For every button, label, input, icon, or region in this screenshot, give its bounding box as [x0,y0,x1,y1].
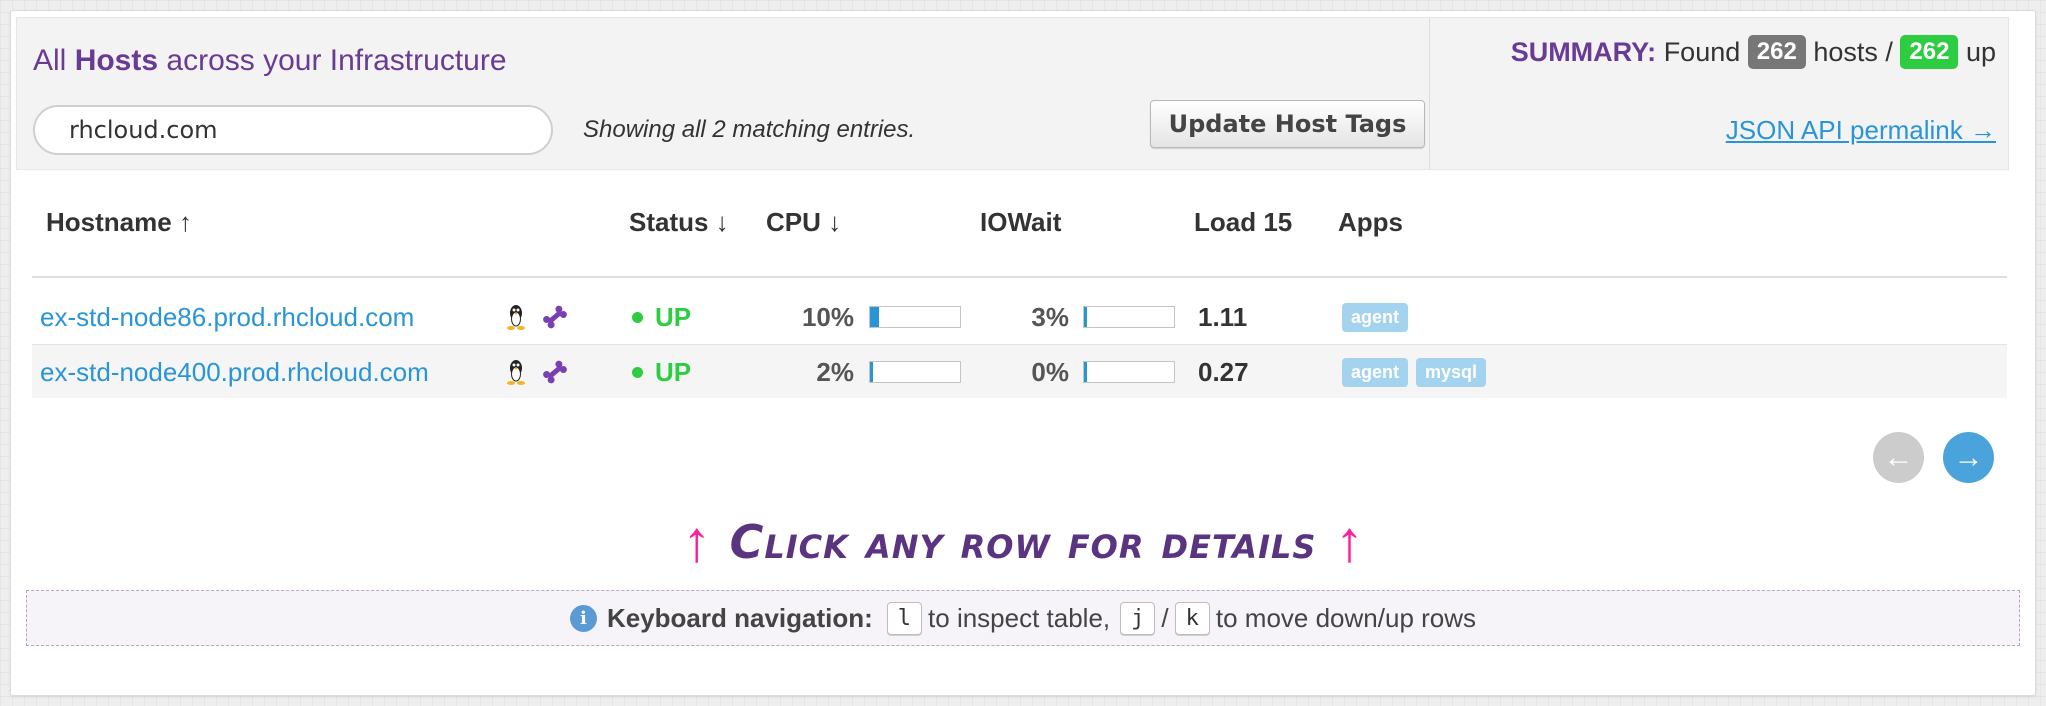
load-value: 1.11 [1198,301,1248,332]
apps-cell: agent [1342,290,1409,344]
summary: SUMMARY: Found 262 hosts / 262 up [1511,35,1996,69]
cpu-bar [869,290,961,344]
move-text: to move down/up rows [1215,602,1477,633]
iowait-value: 3% [1031,301,1069,332]
hint-text: Click any row for details [729,514,1317,569]
app-badge-mysql[interactable]: mysql [1416,357,1487,387]
column-header-iowait[interactable]: IOWait [980,207,1061,238]
arrow-up-icon: ↑ [682,509,712,574]
hosts-count-badge: 262 [1747,35,1806,69]
key-j: j [1120,601,1156,635]
iowait-bar-fill [1084,362,1087,382]
next-page-button[interactable]: → [1943,432,1994,483]
summary-label: SUMMARY: [1510,37,1657,67]
summary-found: Found [1663,37,1741,67]
cpu-bar-fill [870,362,873,382]
status-up: UP [632,345,691,399]
json-api-permalink[interactable]: JSON API permalink → [1726,115,1996,146]
hostname-link[interactable]: ex-std-node86.prod.rhcloud.com [40,290,414,344]
table-row[interactable]: ex-std-node400.prod.rhcloud.com UP 2% 0%… [32,344,2007,398]
search-input[interactable] [33,105,553,155]
keyboard-nav-title: Keyboard navigation: [606,602,873,633]
status-up: UP [632,290,691,344]
apps-cell: agent mysql [1342,345,1487,399]
summary-panel: SUMMARY: Found 262 hosts / 262 up JSON A… [1429,18,2008,169]
table-divider [32,276,2007,278]
bone-icon [540,290,570,344]
header: All Hosts across your Infrastructure Sho… [16,17,2009,170]
cpu-bar [869,345,961,399]
arrow-left-icon: ← [1883,440,1914,474]
table-row[interactable]: ex-std-node86.prod.rhcloud.com UP 10% 3%… [32,290,2007,344]
app-badge-agent[interactable]: agent [1342,302,1409,332]
arrow-up-icon: ↑ [1334,509,1364,574]
iowait-value: 0% [1031,356,1069,387]
linux-tux-icon [502,345,530,399]
key-l: l [886,601,923,635]
cpu-value: 10% [801,301,854,332]
column-header-status[interactable]: Status ↓ [629,207,729,238]
key-slash: / [1161,602,1169,633]
keyboard-navigation-bar: i Keyboard navigation: l to inspect tabl… [26,590,2020,646]
prev-page-button[interactable]: ← [1873,432,1924,483]
title-suffix: across your Infrastructure [166,44,507,77]
status-text: UP [655,356,692,387]
header-left: All Hosts across your Infrastructure Sho… [17,18,1429,169]
iowait-bar-fill [1084,307,1087,327]
app-badge-agent[interactable]: agent [1342,357,1409,387]
column-header-apps[interactable]: Apps [1338,207,1403,238]
status-dot-icon [632,366,643,378]
hostname-link[interactable]: ex-std-node400.prod.rhcloud.com [40,345,429,399]
key-k: k [1174,601,1210,635]
update-host-tags-button[interactable]: Update Host Tags [1150,100,1425,148]
arrow-right-icon: → [1953,440,1984,474]
cpu-bar-fill [870,307,879,327]
up-label: up [1965,37,1996,67]
hosts-label: hosts / [1813,37,1893,67]
linux-tux-icon [502,290,530,344]
status-dot-icon [632,311,643,323]
inspect-text: to inspect table, [928,602,1111,633]
page-title: All Hosts across your Infrastructure [33,44,507,78]
info-icon: i [569,604,597,632]
load-value: 0.27 [1198,356,1249,387]
bone-icon [540,345,570,399]
iowait-bar [1083,290,1175,344]
status-text: UP [655,301,692,332]
column-header-hostname[interactable]: Hostname ↑ [46,207,192,238]
cpu-value: 2% [816,356,854,387]
title-bold: Hosts [74,44,159,77]
up-count-badge: 262 [1900,35,1959,69]
column-header-cpu[interactable]: CPU ↓ [766,207,841,238]
iowait-bar [1083,345,1175,399]
column-header-load[interactable]: Load 15 [1194,207,1292,238]
matching-entries-text: Showing all 2 matching entries. [583,116,916,143]
title-prefix: All [33,44,67,77]
click-row-hint: ↑ Click any row for details ↑ [0,508,2046,575]
